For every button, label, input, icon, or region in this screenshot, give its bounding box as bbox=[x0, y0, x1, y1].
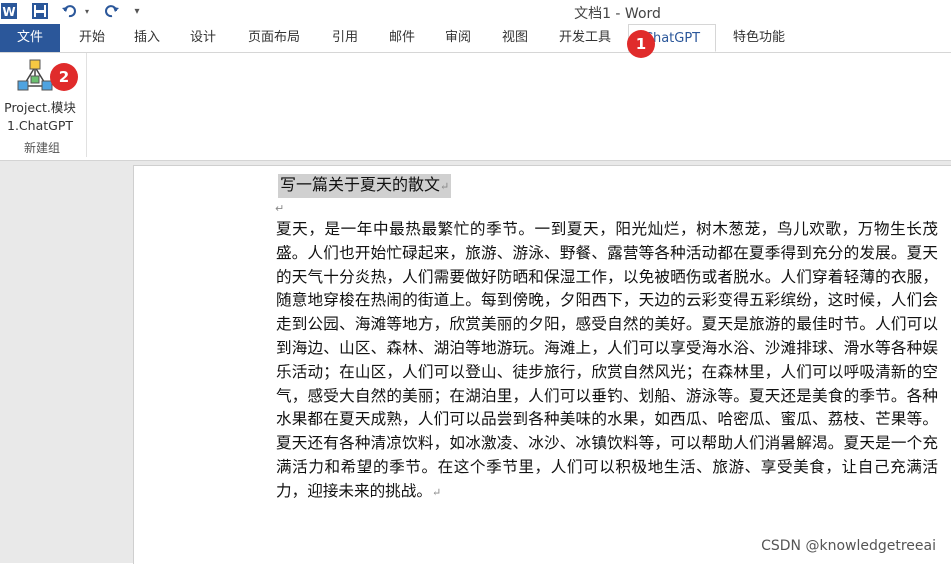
document-body[interactable]: 夏天，是一年中最热最繁忙的季节。一到夏天，阳光灿烂，树木葱茏，鸟儿欢歌，万物生长… bbox=[276, 218, 938, 505]
heading-text: 写一篇关于夏天的散文 bbox=[280, 175, 441, 194]
project-button-label: Project.模块 1.ChatGPT bbox=[0, 99, 86, 135]
tab-special-features[interactable]: 特色功能 bbox=[724, 24, 794, 52]
document-heading[interactable]: 写一篇关于夏天的散文↵ bbox=[278, 174, 452, 198]
step-marker-1: 1 bbox=[627, 30, 655, 58]
empty-paragraph-mark: ↵ bbox=[275, 202, 285, 215]
document-page[interactable]: 写一篇关于夏天的散文↵ ↵ 夏天，是一年中最热最繁忙的季节。一到夏天，阳光灿烂，… bbox=[133, 165, 951, 564]
watermark: CSDN @knowledgetreeai bbox=[761, 538, 936, 554]
tab-references[interactable]: 引用 bbox=[325, 24, 365, 52]
tab-layout[interactable]: 页面布局 bbox=[240, 24, 308, 52]
project-label-line2: 1.ChatGPT bbox=[7, 118, 73, 133]
tab-review[interactable]: 审阅 bbox=[438, 24, 478, 52]
paragraph-mark: ↵ bbox=[440, 180, 450, 193]
tab-file[interactable]: 文件 bbox=[0, 24, 60, 52]
body-text: 夏天，是一年中最热最繁忙的季节。一到夏天，阳光灿烂，树木葱茏，鸟儿欢歌，万物生长… bbox=[276, 220, 938, 500]
project-label-line1: Project.模块 bbox=[4, 100, 76, 115]
document-workspace: 写一篇关于夏天的散文↵ ↵ 夏天，是一年中最热最繁忙的季节。一到夏天，阳光灿烂，… bbox=[0, 161, 951, 564]
tab-design[interactable]: 设计 bbox=[183, 24, 223, 52]
tab-mailings[interactable]: 邮件 bbox=[382, 24, 422, 52]
tab-insert[interactable]: 插入 bbox=[127, 24, 167, 52]
window-title: 文档1 - Word bbox=[574, 6, 661, 22]
network-icon bbox=[17, 59, 53, 91]
title-bar: W ▾ ▾ 文档1 - Word bbox=[0, 0, 951, 24]
ribbon-panel: Project.模块 1.ChatGPT 新建组 bbox=[0, 53, 951, 161]
ribbon-tab-row: 文件 开始 插入 设计 页面布局 引用 邮件 审阅 视图 开发工具 ChatGP… bbox=[0, 24, 951, 53]
paragraph-mark: ↵ bbox=[431, 485, 442, 499]
tab-view[interactable]: 视图 bbox=[495, 24, 535, 52]
tab-home[interactable]: 开始 bbox=[72, 24, 112, 52]
step-marker-2: 2 bbox=[50, 63, 78, 91]
tab-developer[interactable]: 开发工具 bbox=[550, 24, 620, 52]
group-label: 新建组 bbox=[23, 141, 60, 155]
